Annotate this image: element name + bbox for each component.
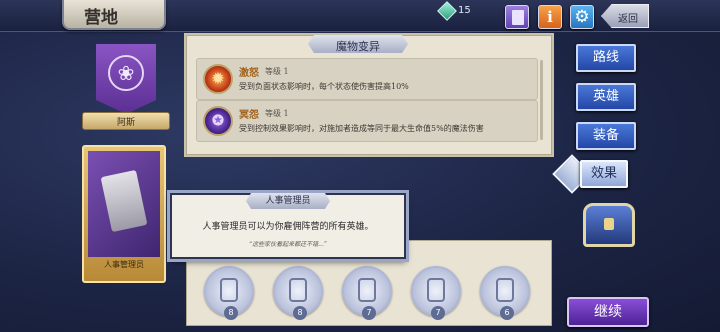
cross-crest-icon xyxy=(496,278,514,302)
emblem-badge[interactable]: 7 xyxy=(411,266,461,320)
emblem-count: 8 xyxy=(224,306,238,320)
game-screen: 营地 15 i ⚙ 返回 ❀ 阿斯 人事管理员 魔物变异 ✹ 激怒 等级 1 受… xyxy=(0,0,720,332)
trait-row[interactable]: ✪ 冥怨 等级 1 受到控制效果影响时，对施加者造成等同于最大生命值5%的魔法伤… xyxy=(196,100,538,142)
trait-name: 激怒 xyxy=(239,68,259,79)
emblem-count: 8 xyxy=(293,306,307,320)
diamond-crest-icon xyxy=(289,278,307,302)
contract-scroll-icon xyxy=(100,169,148,233)
route-button[interactable]: 路线 xyxy=(576,44,636,72)
popup-description: 人事管理员可以为你雇佣阵营的所有英雄。 xyxy=(202,222,374,232)
emblem-badge[interactable]: 6 xyxy=(480,266,530,320)
treasure-chest-icon[interactable] xyxy=(583,203,635,247)
faction-label: 阿斯 xyxy=(117,118,136,128)
pentagram-icon: ✪ xyxy=(203,106,233,136)
hero-button[interactable]: 英雄 xyxy=(576,83,636,111)
emblem-badge[interactable]: 7 xyxy=(342,266,392,320)
faction-scroll: 阿斯 xyxy=(82,112,170,130)
trait-row[interactable]: ✹ 激怒 等级 1 受到负面状态影响时，每个状态使伤害提高10% xyxy=(196,58,538,100)
equipment-button[interactable]: 装备 xyxy=(576,122,636,150)
title-plate: 营地 xyxy=(62,0,166,30)
book-icon xyxy=(512,10,524,25)
trait-desc: 受到控制效果影响时，对施加者造成等同于最大生命值5%的魔法伤害 xyxy=(239,124,484,133)
trait-desc: 受到负面状态影响时，每个状态使伤害提高10% xyxy=(239,82,409,91)
rose-emblem-icon: ❀ xyxy=(108,55,144,91)
gear-icon: ⚙ xyxy=(574,7,590,27)
emblem-count: 6 xyxy=(500,306,514,320)
book-button[interactable] xyxy=(505,5,529,29)
back-label: 返回 xyxy=(618,14,638,25)
gem-count: 15 xyxy=(458,5,471,16)
panel-title: 魔物变异 xyxy=(336,40,380,53)
continue-button[interactable]: 继续 xyxy=(567,297,649,327)
trait-level: 等级 1 xyxy=(265,109,289,118)
emblem-count: 7 xyxy=(362,306,376,320)
info-icon: i xyxy=(547,8,553,26)
rage-icon: ✹ xyxy=(203,64,233,94)
emblem-badge[interactable]: 8 xyxy=(204,266,254,320)
beast-crest-icon xyxy=(427,278,445,302)
effect-button[interactable]: 效果 xyxy=(580,160,628,188)
settings-button[interactable]: ⚙ xyxy=(570,5,594,29)
card-art xyxy=(88,151,160,257)
sword-crest-icon xyxy=(220,278,238,302)
tooltip-popup: 人事管理员 人事管理员可以为你雇佣阵营的所有英雄。 “这些家伙看起来都还不错..… xyxy=(170,193,406,259)
chest-lock-icon xyxy=(604,218,614,230)
panel-ribbon: 魔物变异 xyxy=(308,35,408,53)
popup-quote: “这些家伙看起来都还不错...” xyxy=(249,241,327,248)
popup-title: 人事管理员 xyxy=(246,193,330,209)
page-title: 营地 xyxy=(84,8,118,28)
info-button[interactable]: i xyxy=(538,5,562,29)
wreath-crest-icon xyxy=(358,278,376,302)
emblem-badge[interactable]: 8 xyxy=(273,266,323,320)
panel-scrollbar[interactable] xyxy=(540,60,543,140)
trait-level: 等级 1 xyxy=(265,67,289,76)
card-label: 人事管理员 xyxy=(104,260,144,269)
recruiter-card[interactable]: 人事管理员 xyxy=(82,145,166,283)
trait-name: 冥怨 xyxy=(239,110,259,121)
emblem-count: 7 xyxy=(431,306,445,320)
